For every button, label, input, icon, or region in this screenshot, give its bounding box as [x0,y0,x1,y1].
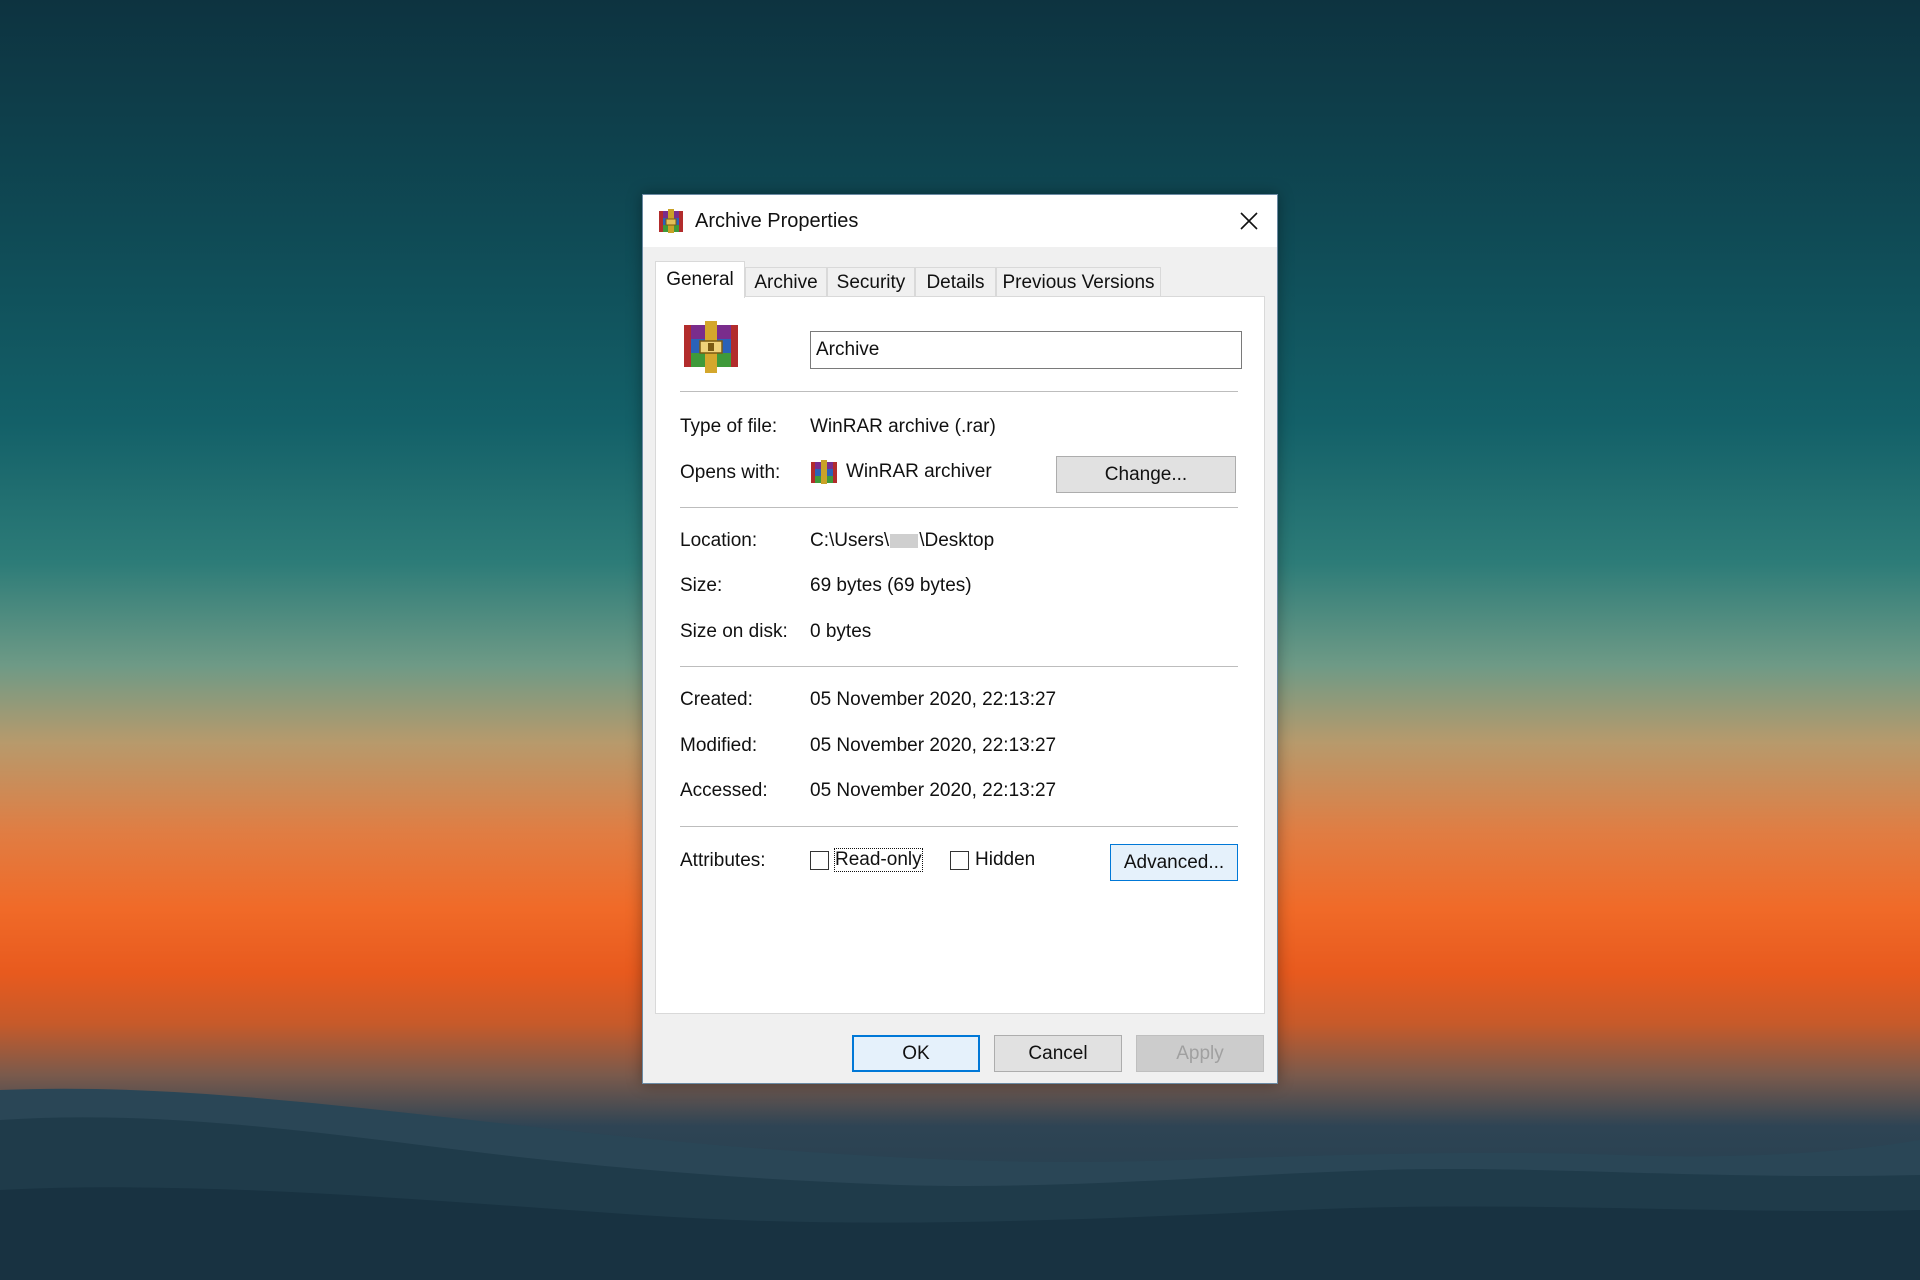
ok-button[interactable]: OK [852,1035,980,1072]
apply-button-label: Apply [1176,1042,1224,1064]
properties-dialog: Archive Properties General Archive Secur… [642,194,1278,1084]
tab-security[interactable]: Security [827,267,915,297]
close-button[interactable] [1221,195,1277,247]
change-button[interactable]: Change... [1056,456,1236,493]
created-label: Created: [680,689,753,710]
hidden-checkbox[interactable]: Hidden [950,849,1035,871]
tab-details[interactable]: Details [915,267,996,297]
read-only-checkbox[interactable]: Read-only [810,848,923,872]
accessed-value: 05 November 2020, 22:13:27 [810,780,1057,801]
type-of-file-value: WinRAR archive (.rar) [810,416,996,437]
advanced-button-label: Advanced... [1123,851,1225,873]
separator [680,826,1238,827]
modified-label: Modified: [680,735,758,756]
modified-value: 05 November 2020, 22:13:27 [810,735,1057,756]
size-on-disk-value: 0 bytes [810,621,872,642]
tab-previous-versions[interactable]: Previous Versions [996,267,1161,297]
accessed-label: Accessed: [680,780,768,801]
location-value: C:\Users\ \Desktop [810,530,994,552]
opens-with-value: WinRAR archiver [810,459,992,485]
ok-button-label: OK [902,1042,930,1064]
change-button-label: Change... [1104,463,1188,485]
size-on-disk-label: Size on disk: [680,621,788,642]
cancel-button[interactable]: Cancel [994,1035,1122,1072]
separator [680,666,1238,667]
hidden-label: Hidden [975,849,1036,870]
location-suffix: \Desktop [919,530,995,551]
read-only-label: Read-only [834,848,923,872]
location-label: Location: [680,530,758,551]
separator [680,391,1238,392]
general-panel: Type of file: WinRAR archive (.rar) Open… [655,296,1265,1014]
created-value: 05 November 2020, 22:13:27 [810,689,1057,710]
apply-button[interactable]: Apply [1136,1035,1264,1072]
close-icon [1240,212,1258,230]
read-only-checkbox-box[interactable] [810,850,829,870]
file-name-input[interactable] [810,331,1242,369]
title-bar[interactable]: Archive Properties [643,195,1277,247]
attributes-label: Attributes: [680,850,766,871]
archive-file-icon [684,321,738,373]
size-label: Size: [680,575,723,596]
tab-general[interactable]: General [655,261,745,298]
size-value: 69 bytes (69 bytes) [810,575,972,596]
opens-with-app-name: WinRAR archiver [846,461,992,482]
winrar-icon [811,460,837,484]
opens-with-label: Opens with: [680,462,781,483]
separator [680,507,1238,508]
cancel-button-label: Cancel [1028,1042,1088,1064]
hidden-checkbox-box[interactable] [950,850,969,870]
dialog-title: Archive Properties [695,210,859,232]
location-prefix: C:\Users\ [810,530,890,551]
type-of-file-label: Type of file: [680,416,778,437]
winrar-icon [659,209,683,233]
tab-archive[interactable]: Archive [745,267,827,297]
redacted-username [890,533,919,548]
advanced-button[interactable]: Advanced... [1110,844,1238,881]
